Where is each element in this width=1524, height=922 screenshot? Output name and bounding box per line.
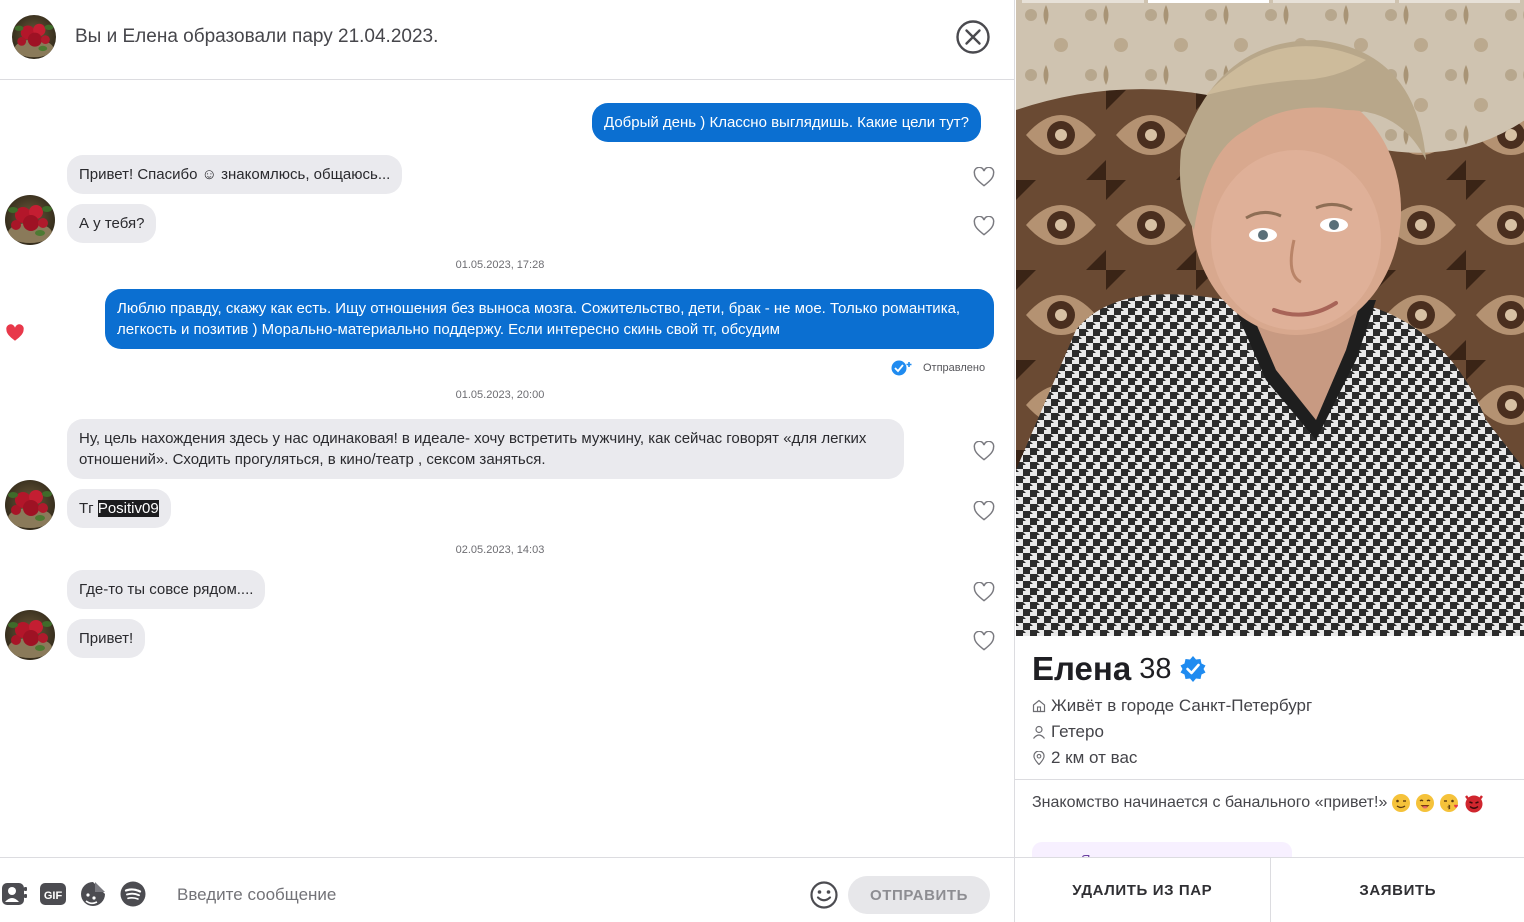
- like-heart-icon[interactable]: [973, 501, 995, 521]
- delivery-status: Отправлено: [890, 359, 985, 377]
- chat-panel: Вы и Елена образовали пару 21.04.2023. Д…: [0, 0, 1014, 922]
- verified-badge-icon: [1180, 656, 1206, 682]
- message-timestamp: 02.05.2023, 14:03: [455, 544, 545, 556]
- message-timestamp: 01.05.2023, 20:00: [455, 389, 545, 401]
- sticker-icon[interactable]: [79, 880, 107, 908]
- profile-bio-text: Знакомство начинается с банального «прив…: [1032, 794, 1388, 811]
- profile-name-row: Елена 38: [1032, 650, 1207, 688]
- gif-icon[interactable]: GIF: [39, 880, 67, 908]
- profile-city: Живёт в городе Санкт-Петербург: [1032, 696, 1312, 716]
- profile-orientation: Гетеро: [1032, 722, 1104, 742]
- message-outgoing[interactable]: Люблю правду, скажу как есть. Ищу отноше…: [105, 289, 994, 349]
- photo-indicator-dot[interactable]: [1273, 0, 1395, 3]
- location-pin-icon: [1033, 751, 1045, 765]
- photo-indicator-dot[interactable]: [1022, 0, 1144, 3]
- match-title: Вы и Елена образовали пару 21.04.2023.: [75, 26, 439, 47]
- contact-card-icon[interactable]: [0, 880, 28, 908]
- message-composer: GIF Введите сообщение ОТПРАВИТЬ: [0, 857, 1014, 922]
- like-heart-icon[interactable]: [973, 582, 995, 602]
- smiling-devil-icon: [1465, 795, 1484, 813]
- sent-check-icon: [891, 360, 912, 376]
- message-timestamp: 01.05.2023, 17:28: [455, 259, 545, 271]
- match-avatar[interactable]: [12, 15, 56, 59]
- winking-face-icon: [1392, 794, 1411, 812]
- message-outgoing[interactable]: Добрый день ) Классно выглядишь. Какие ц…: [592, 103, 982, 142]
- send-button[interactable]: ОТПРАВИТЬ: [848, 876, 990, 914]
- like-heart-icon[interactable]: [973, 216, 995, 236]
- profile-actions: УДАЛИТЬ ИЗ ПАР ЗАЯВИТЬ: [1015, 857, 1524, 922]
- gif-icon-label: GIF: [44, 890, 63, 902]
- chat-header: Вы и Елена образовали пару 21.04.2023.: [0, 0, 1014, 80]
- report-button[interactable]: ЗАЯВИТЬ: [1269, 858, 1524, 922]
- spotify-icon[interactable]: [119, 880, 147, 908]
- message-incoming[interactable]: Тг Positiv09: [67, 489, 171, 528]
- photo-indicator: [1022, 0, 1520, 3]
- profile-age: 38: [1139, 652, 1172, 685]
- profile-name: Елена: [1032, 650, 1132, 687]
- message-list[interactable]: Добрый день ) Классно выглядишь. Какие ц…: [0, 81, 1014, 857]
- emoji-icon[interactable]: [809, 880, 839, 910]
- liked-heart-icon[interactable]: [5, 324, 25, 342]
- like-heart-icon[interactable]: [973, 631, 995, 651]
- match-avatar[interactable]: [5, 480, 55, 530]
- like-heart-icon[interactable]: [973, 441, 995, 461]
- profile-orientation-label: Гетеро: [1051, 722, 1104, 741]
- delivery-status-label: Отправлено: [923, 362, 986, 374]
- profile-city-label: Живёт в городе Санкт-Петербург: [1051, 696, 1313, 715]
- profile-bio: Знакомство начинается с банального «прив…: [1032, 793, 1485, 813]
- profile-divider: [1015, 779, 1524, 780]
- close-chat-button[interactable]: [955, 19, 991, 55]
- like-heart-icon[interactable]: [973, 167, 995, 187]
- message-incoming[interactable]: Привет!: [67, 619, 146, 658]
- close-circle-icon: [956, 20, 990, 54]
- profile-distance-label: 2 км от вас: [1051, 748, 1138, 767]
- smiling-face-icon: [1416, 794, 1435, 812]
- profile-distance: 2 км от вас: [1032, 748, 1137, 768]
- message-incoming[interactable]: Привет! Спасибо ☺ знакомлюсь, общаюсь...: [67, 155, 403, 194]
- selected-text[interactable]: Positiv09: [97, 500, 159, 517]
- message-input[interactable]: [165, 876, 785, 914]
- message-incoming[interactable]: Ну, цель нахождения здесь у нас одинаков…: [67, 419, 904, 479]
- photo-indicator-dot-active[interactable]: [1147, 0, 1269, 3]
- match-avatar[interactable]: [5, 610, 55, 660]
- person-icon: [1033, 725, 1045, 739]
- message-incoming[interactable]: А у тебя?: [67, 204, 157, 243]
- message-incoming[interactable]: Где-то ты совсе рядом....: [67, 570, 266, 609]
- kissing-face-icon: [1440, 794, 1459, 812]
- home-icon: [1032, 699, 1046, 713]
- unmatch-button[interactable]: УДАЛИТЬ ИЗ ПАР: [1015, 858, 1270, 922]
- message-prefix: Тг: [79, 500, 98, 517]
- photo-indicator-dot[interactable]: [1398, 0, 1520, 3]
- profile-photo[interactable]: [1016, 0, 1524, 636]
- match-avatar[interactable]: [5, 195, 55, 245]
- profile-panel: Елена 38 Живёт в городе Санкт-Петербург …: [1014, 0, 1524, 922]
